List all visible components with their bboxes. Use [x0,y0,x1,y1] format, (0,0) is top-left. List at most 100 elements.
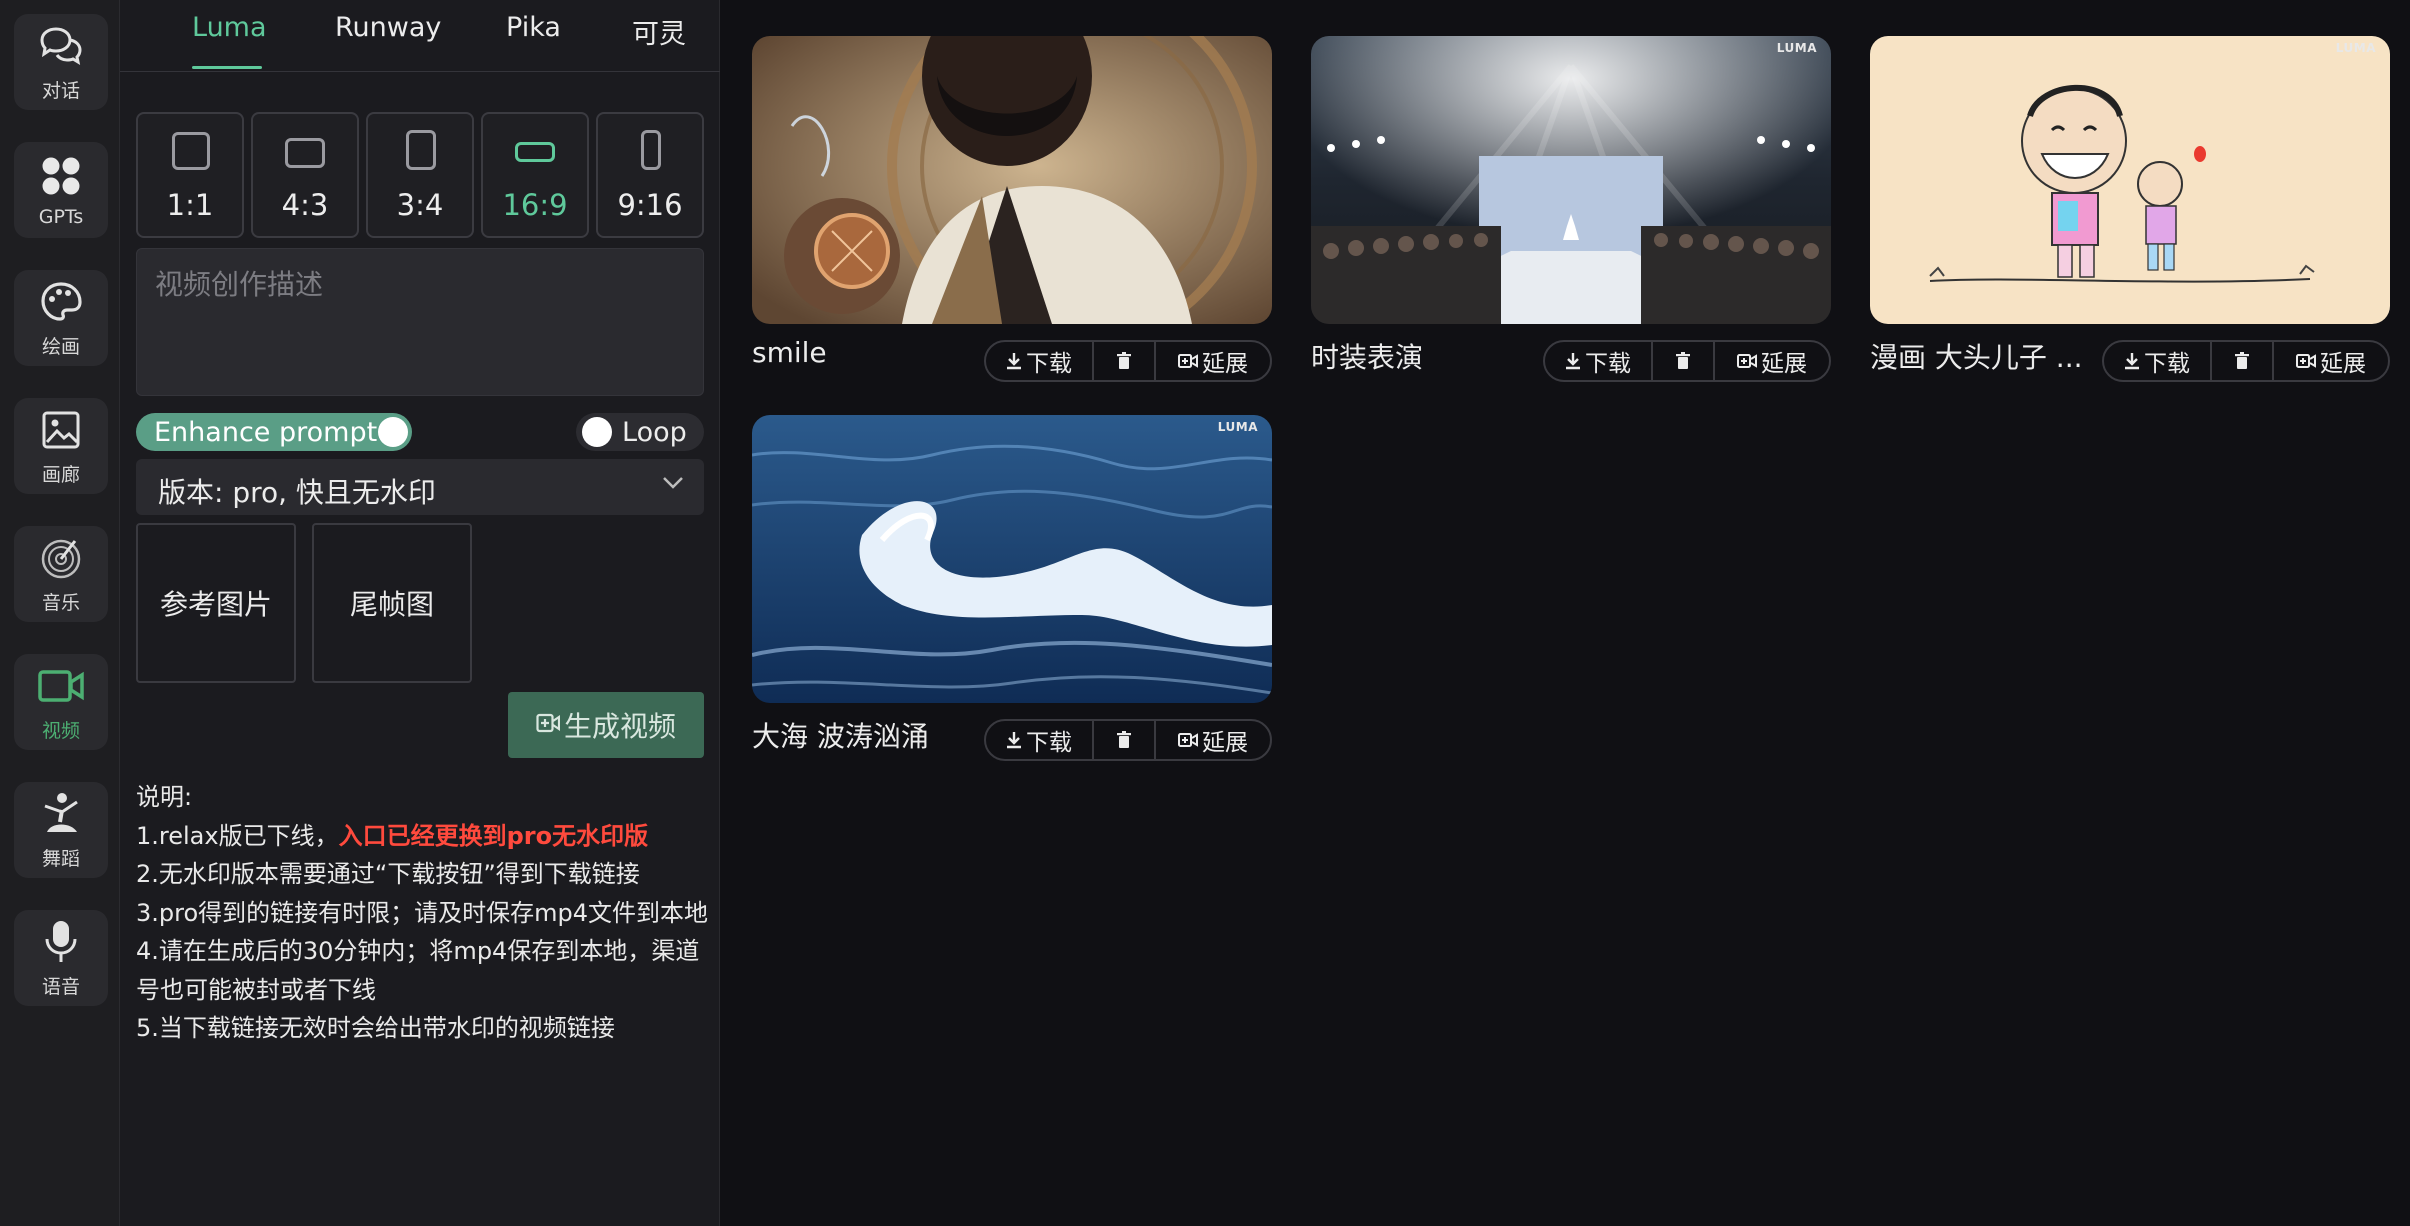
ratio-option-9-16[interactable]: 9:16 [596,112,704,238]
ratio-option-3-4[interactable]: 3:4 [366,112,474,238]
tab-runway[interactable]: Runway [335,12,441,43]
video-camera-icon [37,662,85,710]
video-plus-icon [1178,733,1198,747]
extend-button[interactable]: 延展 [1715,342,1829,380]
sidebar-item-dance[interactable]: 舞蹈 [14,782,108,878]
tab-luma[interactable]: Luma [192,12,267,43]
provider-tabs: Luma Runway Pika 可灵 [120,0,720,72]
active-tab-indicator [192,66,262,69]
download-button[interactable]: 下载 [986,342,1094,380]
wide-ratio-icon [515,142,555,162]
video-prompt-input[interactable] [136,248,704,396]
sidebar-item-chat[interactable]: 对话 [14,14,108,110]
palette-icon [37,278,85,326]
ratio-option-1-1[interactable]: 1:1 [136,112,244,238]
extend-button[interactable]: 延展 [1156,721,1270,759]
sidebar-item-label: 舞蹈 [41,847,80,870]
tab-pika[interactable]: Pika [506,12,561,43]
sidebar-item-music[interactable]: 音乐 [14,526,108,622]
delete-button[interactable] [1653,342,1715,380]
video-thumbnail[interactable]: LUMA [752,415,1272,703]
instruction-text: 1.relax版已下线， [136,821,339,850]
generate-video-button[interactable]: 生成视频 [508,692,704,758]
delete-button[interactable] [1094,721,1156,759]
enhance-prompt-label: Enhance prompt [154,417,378,448]
sidebar-item-gallery[interactable]: 画廊 [14,398,108,494]
microphone-icon [37,918,85,966]
tab-keling[interactable]: 可灵 [632,12,686,51]
delete-button[interactable] [2212,342,2274,380]
ratio-label: 1:1 [166,188,214,222]
download-button[interactable]: 下载 [1545,342,1653,380]
version-value: 版本: pro, 快且无水印 [158,476,436,509]
image-icon [37,406,85,454]
download-label: 下载 [1585,351,1631,377]
ratio-label: 9:16 [617,188,683,222]
portrait-ratio-icon [406,130,436,170]
watermark: LUMA [2335,41,2376,55]
watermark: LUMA [1776,41,1817,55]
download-icon [1007,732,1021,749]
sidebar-item-label: 绘画 [41,335,80,358]
ratio-option-16-9[interactable]: 16:9 [481,112,589,238]
instruction-line: 1.relax版已下线，入口已经更换到pro无水印版 [136,817,716,856]
app: 对话 GPTs 绘画 画廊 音乐 视频 舞蹈 语音 Luma Runway Pi… [0,0,2410,1226]
instruction-highlight: 入口已经更换到pro无水印版 [338,821,649,850]
sidebar-item-label: GPTs [38,206,84,228]
video-thumbnail[interactable]: LUMA [1870,36,2390,324]
instruction-line: 2.无水印版本需要通过“下载按钮”得到下载链接 [136,860,640,888]
extend-button[interactable]: 延展 [2274,342,2388,380]
video-plus-icon [536,709,561,741]
download-label: 下载 [1026,351,1072,377]
download-icon [2125,353,2139,370]
sidebar-item-gpts[interactable]: GPTs [14,142,108,238]
sidebar-item-label: 音乐 [41,591,80,614]
trash-icon [1676,352,1690,369]
reference-image-upload[interactable]: 参考图片 [136,523,296,683]
video-settings-panel: Luma Runway Pika 可灵 1:1 4:3 3:4 16:9 9:1… [120,0,720,1226]
dancer-icon [37,790,85,838]
ratio-label: 3:4 [396,188,444,222]
square-ratio-icon [172,132,210,170]
version-select[interactable]: 版本: pro, 快且无水印 [136,459,704,515]
download-button[interactable]: 下载 [986,721,1094,759]
sidebar-item-voice[interactable]: 语音 [14,910,108,1006]
toggle-knob [582,417,612,447]
extend-label: 延展 [1202,730,1248,756]
toggle-knob [378,417,408,447]
ratio-label: 4:3 [281,188,329,222]
aspect-ratio-selector: 1:1 4:3 3:4 16:9 9:16 [136,112,704,240]
enhance-prompt-toggle[interactable]: Enhance prompt [136,413,412,451]
sidebar-item-painting[interactable]: 绘画 [14,270,108,366]
landscape-ratio-icon [285,138,325,168]
apps-grid-icon [37,152,85,200]
tall-ratio-icon [641,130,661,170]
trash-icon [2235,352,2249,369]
sidebar-item-label: 视频 [41,719,80,742]
instruction-line: 4.请在生成后的30分钟内；将mp4保存到本地，渠道号也可能被封或者下线 [136,937,700,1004]
ratio-label: 16:9 [502,188,568,222]
video-title: 漫画 大头儿子 ... [1870,341,2083,374]
delete-button[interactable] [1094,342,1156,380]
video-actions: 下载 延展 [984,340,1272,382]
sidebar-item-video[interactable]: 视频 [14,654,108,750]
extend-button[interactable]: 延展 [1156,342,1270,380]
video-thumbnail[interactable] [752,36,1272,324]
video-plus-icon [1178,354,1198,368]
sidebar-rail: 对话 GPTs 绘画 画廊 音乐 视频 舞蹈 语音 [0,0,120,1226]
download-label: 下载 [2144,351,2190,377]
extend-label: 延展 [1202,351,1248,377]
trash-icon [1117,731,1131,748]
loop-toggle[interactable]: Loop [576,413,704,451]
watermark: LUMA [1217,420,1258,434]
loop-label: Loop [622,417,687,448]
end-frame-upload[interactable]: 尾帧图 [312,523,472,683]
video-title: smile [752,336,827,369]
video-plus-icon [2296,354,2316,368]
video-plus-icon [1737,354,1757,368]
ratio-option-4-3[interactable]: 4:3 [251,112,359,238]
chat-bubbles-icon [37,22,85,70]
video-thumbnail[interactable]: LUMA [1311,36,1831,324]
download-button[interactable]: 下载 [2104,342,2212,380]
music-disc-icon [37,534,85,582]
